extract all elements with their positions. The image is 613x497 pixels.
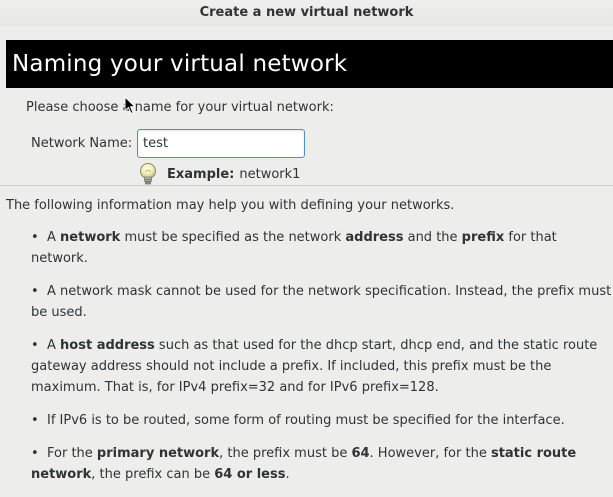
lightbulb-icon	[140, 163, 156, 185]
example-row: Example: network1	[137, 162, 300, 186]
list-item: • If IPv6 is to be routed, some form of r…	[31, 410, 613, 431]
example-value: network1	[239, 166, 301, 182]
window-title: Create a new virtual network	[0, 0, 613, 26]
info-intro: The following information may help you w…	[6, 198, 455, 213]
page-title: Naming your virtual network	[6, 40, 613, 88]
info-list: • A network must be specified as the netw…	[31, 227, 613, 497]
list-item: • A network must be specified as the netw…	[31, 227, 613, 269]
list-item: • A network mask cannot be used for the n…	[31, 281, 613, 323]
bullet-glyph: •	[31, 230, 39, 245]
bullet-glyph: •	[31, 284, 39, 299]
example-label: Example:	[167, 166, 235, 182]
network-name-input[interactable]	[137, 129, 305, 158]
separator	[0, 185, 613, 186]
bullet-glyph: •	[31, 446, 39, 461]
bullet-glyph: •	[31, 338, 39, 353]
bullet-glyph: •	[31, 413, 39, 428]
list-item: • A host address such as that used for th…	[31, 335, 613, 398]
name-prompt: Please choose a name for your virtual ne…	[26, 100, 334, 115]
network-name-label: Network Name:	[31, 136, 133, 151]
mouse-pointer-icon	[124, 96, 136, 115]
list-item: • For the primary network, the prefix mus…	[31, 443, 613, 485]
